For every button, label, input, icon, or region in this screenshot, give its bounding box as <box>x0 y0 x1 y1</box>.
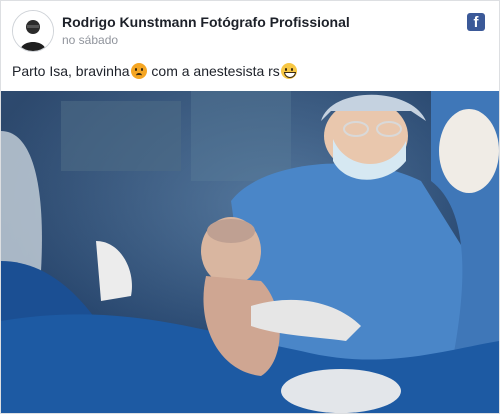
facebook-icon[interactable]: f <box>467 13 485 31</box>
caption-text-end: com a anestesista rs <box>147 63 280 79</box>
post-header: Rodrigo Kunstmann Fotógrafo Profissional… <box>1 1 499 57</box>
caption-text-start: Parto Isa, bravinha <box>12 63 130 79</box>
post-caption: Parto Isa, bravinha com a anestesista rs <box>12 63 298 79</box>
post-photo[interactable] <box>1 91 499 413</box>
pouting-face-icon <box>130 63 147 79</box>
author-avatar[interactable] <box>12 10 54 52</box>
author-name[interactable]: Rodrigo Kunstmann Fotógrafo Profissional <box>62 14 350 30</box>
post-timestamp[interactable]: no sábado <box>62 33 118 47</box>
grinning-face-icon <box>280 63 297 79</box>
facebook-post-card: Rodrigo Kunstmann Fotógrafo Profissional… <box>0 0 500 414</box>
